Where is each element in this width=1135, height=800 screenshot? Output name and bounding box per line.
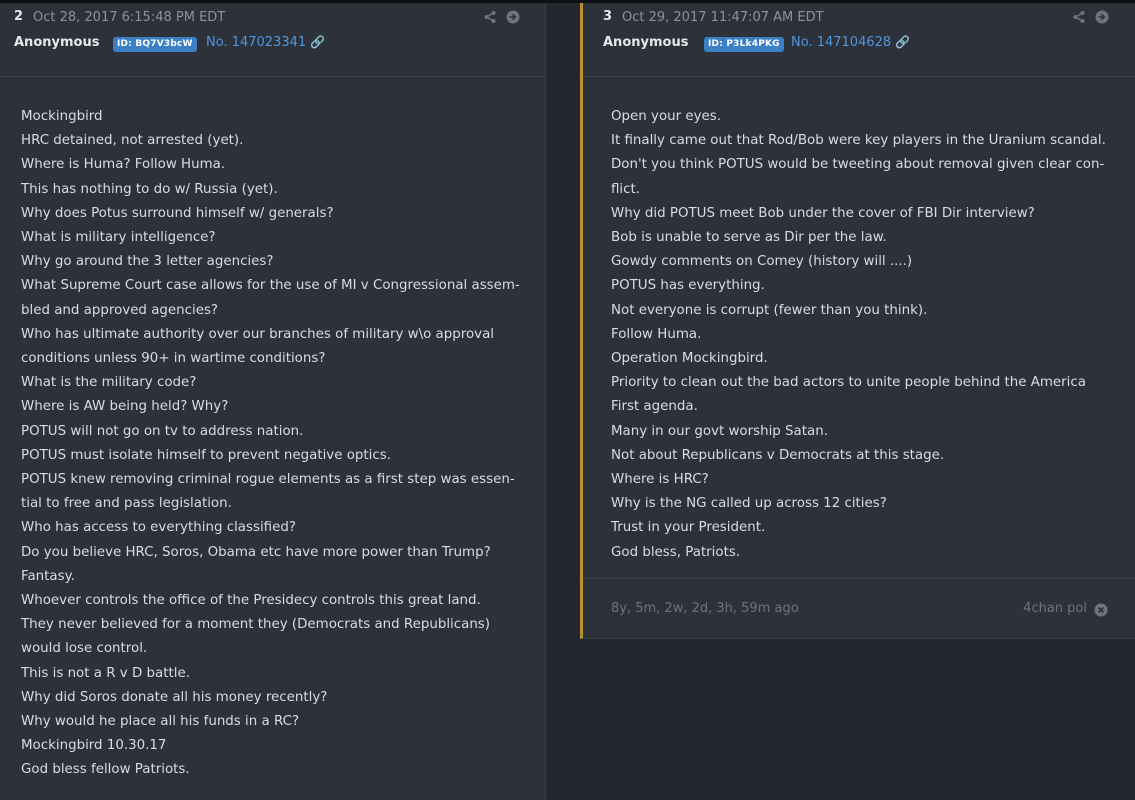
post-card: 2 Oct 28, 2017 6:15:48 PM EDT Anonymous …	[0, 3, 546, 800]
post-number-link-label: No. 147104628	[791, 35, 892, 50]
share-icon[interactable]	[1072, 10, 1086, 24]
post-number: 3	[603, 9, 613, 24]
footer-divider	[583, 578, 1135, 579]
post-source: 4chan pol	[1023, 601, 1087, 616]
poster-id-badge: ID: P3Lk4PKG	[704, 37, 784, 52]
post-body: Open your eyes. It finally came out that…	[611, 109, 1106, 560]
arrow-circle-right-icon[interactable]	[1095, 10, 1109, 24]
post-body: Mockingbird HRC detained, not arrested (…	[21, 109, 520, 778]
post-date: Oct 28, 2017 6:15:48 PM EDT	[33, 10, 226, 25]
post-number-link[interactable]: No. 147104628 🔗	[791, 35, 910, 50]
link-icon: 🔗	[895, 35, 911, 49]
post-card: 3 Oct 29, 2017 11:47:07 AM EDT Anonymous…	[580, 3, 1135, 639]
post-age: 8y, 5m, 2w, 2d, 3h, 59m ago	[611, 601, 799, 616]
close-circle-icon[interactable]	[1094, 603, 1108, 617]
post-author: Anonymous	[14, 35, 100, 50]
post-number: 2	[14, 9, 24, 24]
arrow-circle-right-icon[interactable]	[506, 10, 520, 24]
post-date: Oct 29, 2017 11:47:07 AM EDT	[622, 10, 824, 25]
post-number-link-label: No. 147023341	[206, 35, 307, 50]
share-icon[interactable]	[483, 10, 497, 24]
post-header: 2 Oct 28, 2017 6:15:48 PM EDT Anonymous …	[0, 3, 545, 77]
link-icon: 🔗	[310, 35, 326, 49]
post-author: Anonymous	[603, 35, 689, 50]
post-header: 3 Oct 29, 2017 11:47:07 AM EDT Anonymous…	[583, 3, 1135, 77]
poster-id-badge: ID: BQ7V3bcW	[113, 37, 197, 52]
post-number-link[interactable]: No. 147023341 🔗	[206, 35, 325, 50]
